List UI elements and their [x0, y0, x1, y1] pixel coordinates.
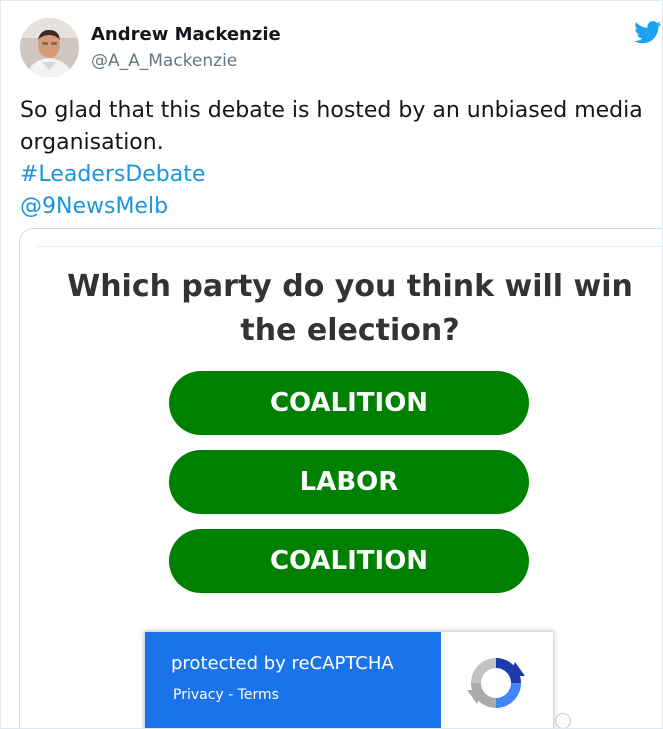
twitter-bird-icon[interactable]: [634, 21, 662, 44]
recaptcha-logo-icon[interactable]: [463, 650, 529, 716]
author-handle[interactable]: @A_A_Mackenzie: [91, 51, 237, 71]
scroll-indicator[interactable]: [555, 713, 571, 728]
divider: [36, 246, 662, 247]
recaptcha-links: Privacy - Terms: [173, 687, 279, 703]
avatar-photo: [20, 18, 79, 77]
hashtag-link[interactable]: #LeadersDebate: [20, 159, 650, 191]
avatar[interactable]: [20, 18, 79, 77]
recaptcha-separator: -: [228, 687, 234, 703]
tweet-text-line: So glad that this debate is hosted by an…: [20, 98, 643, 123]
recaptcha-title: protected by reCAPTCHA: [171, 653, 394, 674]
recaptcha-badge[interactable]: protected by reCAPTCHA Privacy - Terms: [145, 632, 553, 728]
tweet-text: So glad that this debate is hosted by an…: [20, 95, 650, 223]
poll-option-coalition[interactable]: COALITION: [169, 371, 529, 435]
mention-link[interactable]: @9NewsMelb: [20, 191, 650, 223]
recaptcha-panel: protected by reCAPTCHA Privacy - Terms: [145, 632, 441, 728]
recaptcha-terms-link[interactable]: Terms: [238, 687, 279, 703]
poll-option-labor[interactable]: LABOR: [169, 450, 529, 514]
tweet-card: Andrew Mackenzie @A_A_Mackenzie So glad …: [0, 0, 663, 729]
author-display-name[interactable]: Andrew Mackenzie: [91, 24, 281, 45]
poll-question: Which party do you think will win the el…: [67, 269, 633, 348]
recaptcha-privacy-link[interactable]: Privacy: [173, 687, 224, 703]
poll-option-coalition-2[interactable]: COALITION: [169, 529, 529, 593]
tweet-text-line: organisation.: [20, 130, 164, 155]
media-card[interactable]: Which party do you think will win the el…: [19, 228, 662, 728]
